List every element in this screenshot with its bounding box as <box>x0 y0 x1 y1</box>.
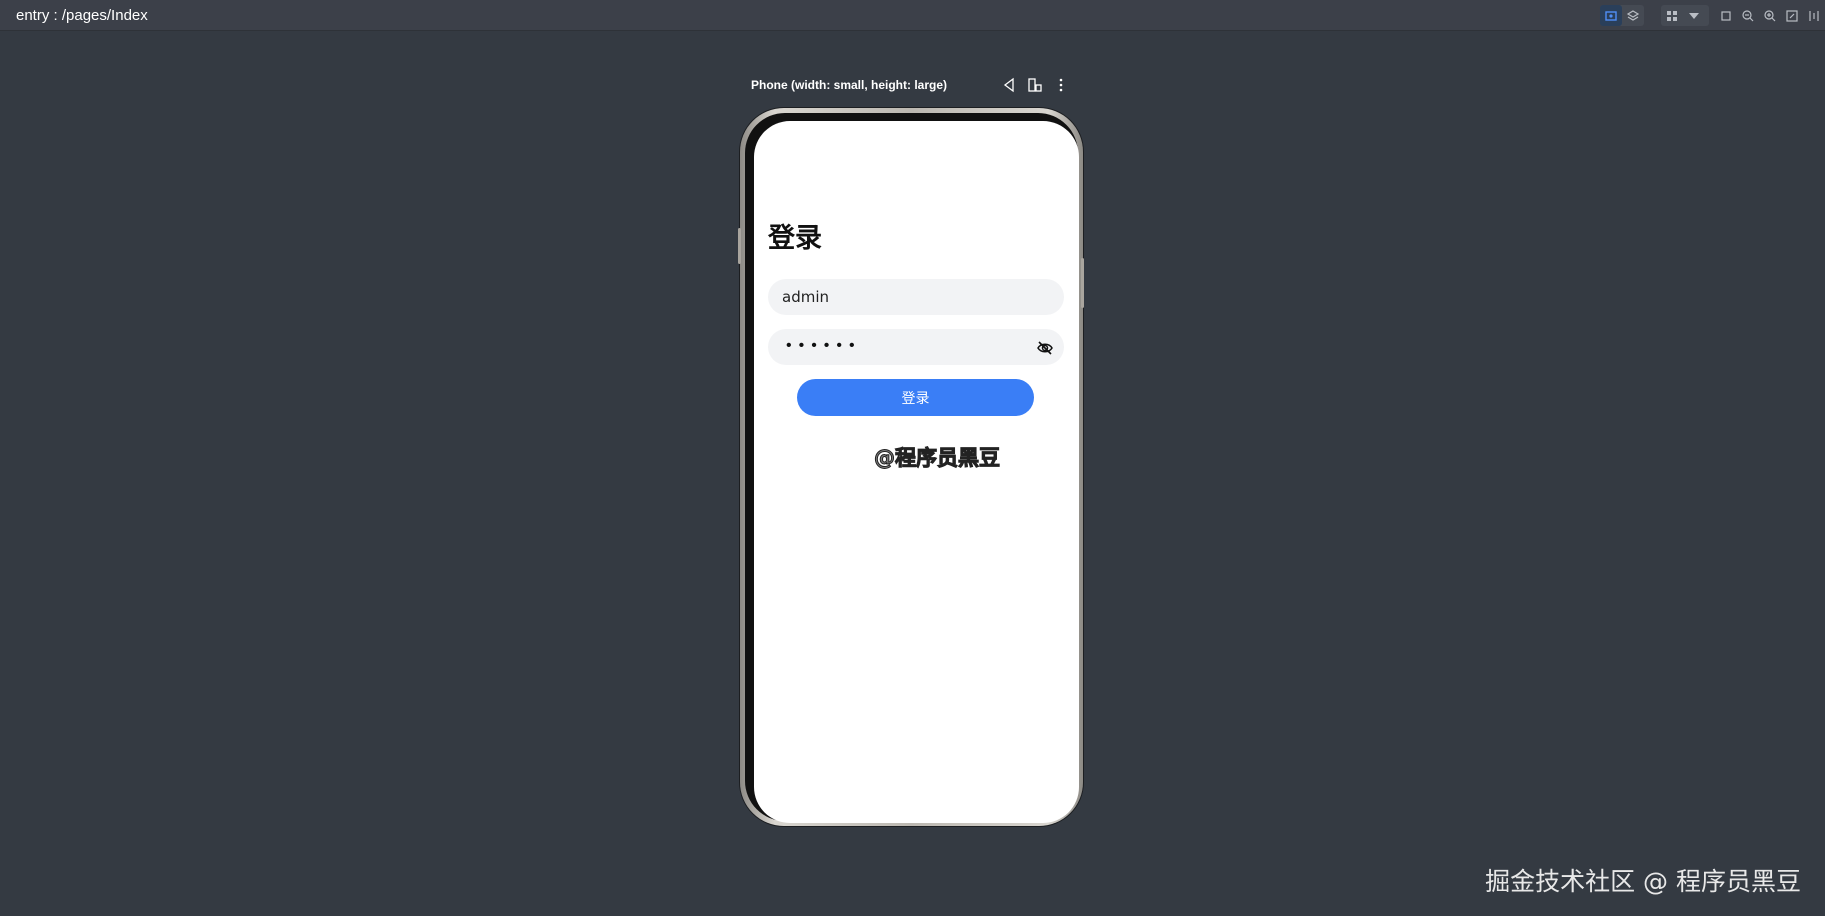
password-value: •••••• <box>786 337 862 354</box>
volume-button <box>738 228 741 264</box>
zoom-tool-group <box>1715 5 1825 26</box>
app-screen: 登录 •••••• 登录 @程序员黑豆 <box>754 121 1079 823</box>
rotate-icon[interactable] <box>1000 76 1018 94</box>
fit-screen-icon[interactable] <box>1781 5 1803 26</box>
view-tool-group <box>1661 5 1709 26</box>
chevron-down-icon[interactable] <box>1683 5 1705 26</box>
inspect-icon[interactable] <box>1600 5 1622 26</box>
grid-icon[interactable] <box>1661 5 1683 26</box>
ruler-icon[interactable] <box>1803 5 1825 26</box>
page-route: entry : /pages/Index <box>16 7 148 24</box>
page-title: 登录 <box>768 223 822 254</box>
layers-icon[interactable] <box>1622 5 1644 26</box>
phone-frame: 登录 •••••• 登录 @程序员黑豆 <box>738 108 1084 826</box>
previewer-toolbar: entry : /pages/Index <box>0 0 1825 31</box>
corner-watermark: 掘金技术社区 @ 程序员黑豆 <box>1485 867 1801 896</box>
watermark-text: @程序员黑豆 <box>874 446 1001 471</box>
phone-bezel: 登录 •••••• 登录 @程序员黑豆 <box>745 113 1079 823</box>
zoom-in-icon[interactable] <box>1759 5 1781 26</box>
zoom-out-icon[interactable] <box>1737 5 1759 26</box>
login-button[interactable]: 登录 <box>797 379 1034 416</box>
power-button <box>1081 258 1084 308</box>
device-actions <box>1000 76 1070 94</box>
inspect-tool-group <box>1600 5 1644 26</box>
eye-off-icon[interactable] <box>1036 339 1054 357</box>
fold-device-icon[interactable] <box>1026 76 1044 94</box>
username-input[interactable] <box>768 279 1064 315</box>
more-icon[interactable] <box>1052 76 1070 94</box>
device-label: Phone (width: small, height: large) <box>751 78 948 92</box>
crop-icon[interactable] <box>1715 5 1737 26</box>
